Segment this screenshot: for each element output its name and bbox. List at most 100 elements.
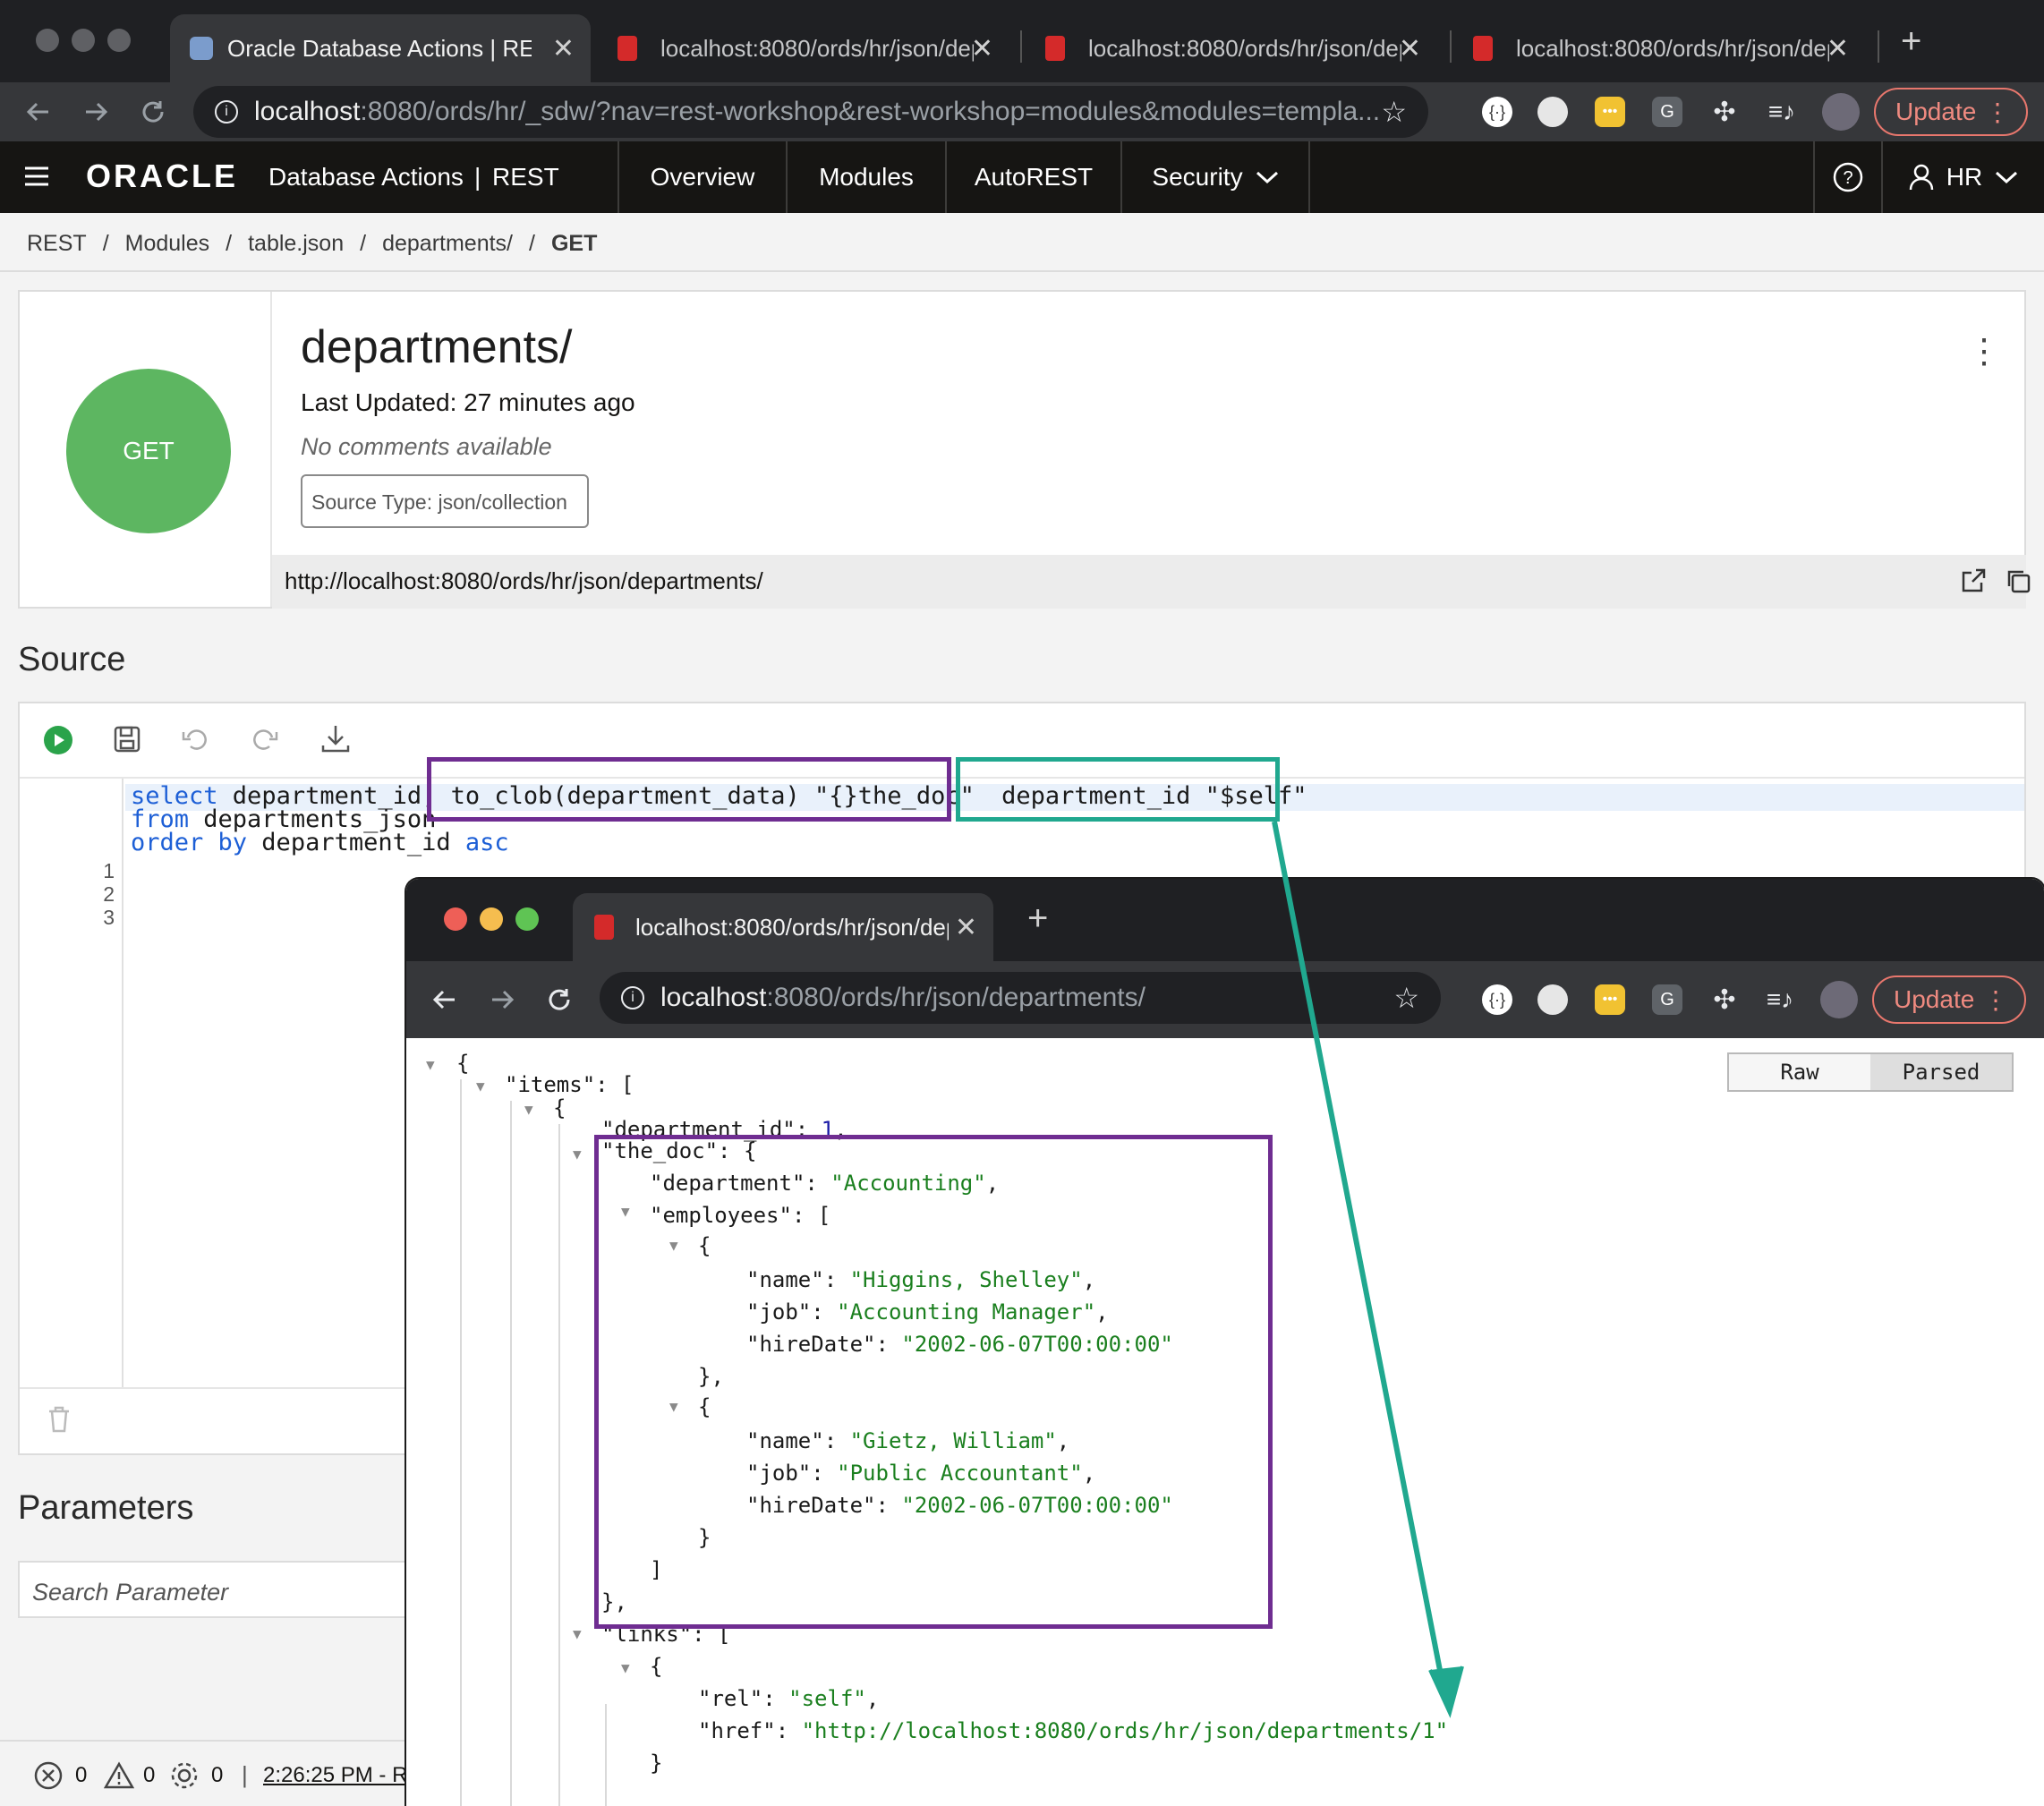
menu-modules[interactable]: Modules <box>786 141 945 213</box>
sql-keyword: asc <box>464 829 509 856</box>
window-close-light[interactable] <box>444 907 467 931</box>
json-item-open: { <box>553 1095 566 1120</box>
menu-security[interactable]: Security <box>1120 141 1310 213</box>
window-close-light[interactable] <box>36 29 59 52</box>
breadcrumb-current: GET <box>550 231 598 256</box>
address-bar[interactable]: i localhost:8080/ords/hr/_sdw/?nav=rest-… <box>193 86 1428 138</box>
last-updated: Last Updated: 27 minutes ago <box>301 388 635 416</box>
profile-avatar[interactable] <box>1820 981 1858 1018</box>
window-zoom-light[interactable] <box>515 907 539 931</box>
collapse-toggle-icon[interactable]: ▼ <box>426 1056 435 1073</box>
bookmark-star-icon[interactable]: ☆ <box>1381 95 1407 129</box>
forward-arrow-icon[interactable] <box>75 91 116 132</box>
save-icon[interactable] <box>113 725 141 754</box>
breadcrumb: REST / Modules / table.json / departments//… <box>27 231 598 257</box>
popup-address-bar[interactable]: i localhost:8080/ords/hr/json/department… <box>600 972 1441 1024</box>
breadcrumb-module[interactable]: table.json <box>248 231 344 257</box>
extensions-puzzle-icon[interactable]: ✣ <box>1709 984 1740 1015</box>
close-tab-icon[interactable]: ✕ <box>955 912 977 943</box>
json-rel-line: "rel": "self", <box>698 1686 880 1711</box>
undo-icon[interactable] <box>181 725 209 754</box>
breadcrumb-modules[interactable]: Modules <box>125 231 210 257</box>
window-minimize-light[interactable] <box>72 29 95 52</box>
new-tab-icon[interactable]: + <box>1901 21 1921 62</box>
popup-tab-json[interactable]: localhost:8080/ords/hr/json/departments … <box>573 893 993 961</box>
profile-avatar[interactable] <box>1822 93 1860 131</box>
close-tab-icon[interactable]: ✕ <box>552 33 575 64</box>
collapse-toggle-icon[interactable]: ▼ <box>524 1101 533 1118</box>
code-line-3[interactable]: order by department_id asc <box>131 829 509 856</box>
collapse-toggle-icon[interactable]: ▼ <box>573 1625 582 1642</box>
reload-icon[interactable] <box>132 91 174 132</box>
collapse-toggle-icon[interactable]: ▼ <box>476 1078 485 1095</box>
open-external-icon[interactable] <box>1960 567 1987 594</box>
back-arrow-icon[interactable] <box>424 979 465 1020</box>
site-info-icon[interactable]: i <box>621 986 644 1009</box>
gear-icon[interactable] <box>170 1761 199 1790</box>
json-link[interactable]: "http://localhost:8080/ords/hr/json/depa… <box>802 1718 1448 1743</box>
extension-notes-icon[interactable]: ••• <box>1595 97 1625 127</box>
back-arrow-icon[interactable] <box>18 91 59 132</box>
forward-arrow-icon[interactable] <box>481 979 523 1020</box>
breadcrumb-template[interactable]: departments/ <box>382 231 513 257</box>
extension-json-icon[interactable]: {·} <box>1482 984 1512 1015</box>
raw-toggle[interactable]: Raw <box>1727 1052 1872 1092</box>
site-info-icon[interactable]: i <box>215 100 238 124</box>
extension-chat-icon[interactable] <box>1537 97 1568 127</box>
error-icon[interactable] <box>34 1761 63 1790</box>
new-tab-icon[interactable]: + <box>1027 899 1048 939</box>
reload-icon[interactable] <box>539 979 580 1020</box>
close-tab-icon[interactable]: ✕ <box>1399 33 1421 64</box>
copy-icon[interactable] <box>2005 567 2031 594</box>
user-name: HR <box>1946 163 1983 191</box>
menu-autorest[interactable]: AutoREST <box>945 141 1120 213</box>
bookmark-star-icon[interactable]: ☆ <box>1393 981 1419 1015</box>
media-control-icon[interactable]: ≡♪ <box>1767 97 1797 127</box>
extension-grammar-icon[interactable]: G <box>1652 984 1682 1015</box>
user-menu[interactable]: HR <box>1881 141 2044 213</box>
tab-label: Oracle Database Actions | REST <box>227 34 532 62</box>
extension-notes-icon[interactable]: ••• <box>1595 984 1625 1015</box>
window-minimize-light[interactable] <box>480 907 503 931</box>
purple-highlight-box <box>594 1135 1273 1629</box>
help-button[interactable]: ? <box>1813 141 1881 213</box>
collapse-toggle-icon[interactable]: ▼ <box>621 1659 630 1676</box>
hamburger-menu-icon[interactable] <box>23 165 50 188</box>
close-tab-icon[interactable]: ✕ <box>1827 33 1849 64</box>
extension-chat-icon[interactable] <box>1537 984 1568 1015</box>
json-key: "items" <box>505 1072 596 1097</box>
media-control-icon[interactable]: ≡♪ <box>1765 984 1795 1015</box>
status-time[interactable]: 2:26:25 PM - R <box>263 1763 407 1788</box>
url-path: :8080/ords/hr/_sdw/?nav=rest-workshop&re… <box>360 97 1381 126</box>
popup-tab-strip: localhost:8080/ords/hr/json/departments … <box>406 879 2044 961</box>
breadcrumb-rest[interactable]: REST <box>27 231 87 257</box>
run-icon[interactable] <box>43 725 73 755</box>
method-badge: GET <box>66 369 231 533</box>
svg-text:?: ? <box>1843 168 1852 188</box>
redo-icon[interactable] <box>251 725 279 754</box>
parsed-toggle[interactable]: Parsed <box>1870 1052 2014 1092</box>
browser-tab-json-2[interactable]: localhost:8080/ords/hr/json/departments … <box>1026 14 1437 82</box>
extensions-puzzle-icon[interactable]: ✣ <box>1709 97 1740 127</box>
browser-tab-json-1[interactable]: localhost:8080/ords/hr/json/departments … <box>598 14 1009 82</box>
browser-tab-strip: Oracle Database Actions | REST ✕ localho… <box>0 0 2044 82</box>
warning-icon[interactable] <box>104 1761 134 1790</box>
window-zoom-light[interactable] <box>107 29 131 52</box>
menu-overview[interactable]: Overview <box>617 141 786 213</box>
handler-url[interactable]: http://localhost:8080/ords/hr/json/depar… <box>285 567 763 595</box>
download-icon[interactable] <box>320 723 351 754</box>
more-options-icon[interactable]: ⋮ <box>1967 331 2001 371</box>
tab-label: localhost:8080/ords/hr/json/departments <box>660 34 974 62</box>
browser-tab-oracle-actions[interactable]: Oracle Database Actions | REST ✕ <box>170 14 591 82</box>
kebab-menu-icon: ⋮ <box>1985 98 2010 126</box>
trash-icon[interactable] <box>47 1405 72 1434</box>
tab-label: localhost:8080/ords/hr/json/departments <box>1088 34 1401 62</box>
chrome-update-button[interactable]: Update ⋮ <box>1874 88 2028 136</box>
extension-json-icon[interactable]: {·} <box>1482 97 1512 127</box>
chrome-update-button[interactable]: Update ⋮ <box>1872 975 2026 1024</box>
close-tab-icon[interactable]: ✕ <box>971 33 993 64</box>
extension-grammar-icon[interactable]: G <box>1652 97 1682 127</box>
handler-card: GET departments/ Last Updated: 27 minute… <box>18 290 2031 609</box>
collapse-toggle-icon[interactable]: ▼ <box>573 1146 582 1163</box>
browser-tab-json-3[interactable]: localhost:8080/ords/hr/json/departments … <box>1453 14 1865 82</box>
